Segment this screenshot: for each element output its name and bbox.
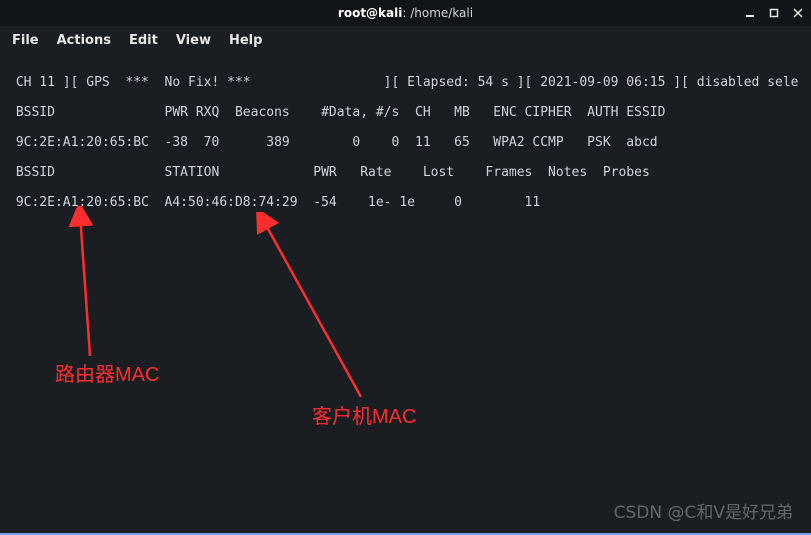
menu-help[interactable]: Help [229,33,262,48]
minimize-icon [745,8,755,18]
titlebar: root@kali: /home/kali [0,0,811,26]
sta-header: BSSID STATION PWR Rate Lost Frames Notes… [8,165,650,180]
minimize-button[interactable] [743,6,757,20]
maximize-button[interactable] [767,6,781,20]
menu-actions[interactable]: Actions [57,33,111,48]
ap-header: BSSID PWR RXQ Beacons #Data, #/s CH MB E… [8,105,665,120]
terminal-window: root@kali: /home/kali File Actions Edit … [0,0,811,535]
close-button[interactable] [791,6,805,20]
window-title: root@kali: /home/kali [0,6,811,20]
maximize-icon [769,8,779,18]
close-icon [793,8,803,18]
terminal-body[interactable]: CH 11 ][ GPS *** No Fix! *** ][ Elapsed:… [0,54,811,531]
window-controls [743,6,805,20]
menu-view[interactable]: View [176,33,211,48]
status-line: CH 11 ][ GPS *** No Fix! *** ][ Elapsed:… [8,75,799,90]
menu-edit[interactable]: Edit [129,33,158,48]
title-host: root@kali [338,6,402,20]
title-path: : /home/kali [402,6,473,20]
menubar: File Actions Edit View Help [0,26,811,54]
ap-row: 9C:2E:A1:20:65:BC -38 70 389 0 0 11 65 W… [8,135,658,150]
menu-file[interactable]: File [12,33,39,48]
sta-row: 9C:2E:A1:20:65:BC A4:50:46:D8:74:29 -54 … [8,195,540,210]
